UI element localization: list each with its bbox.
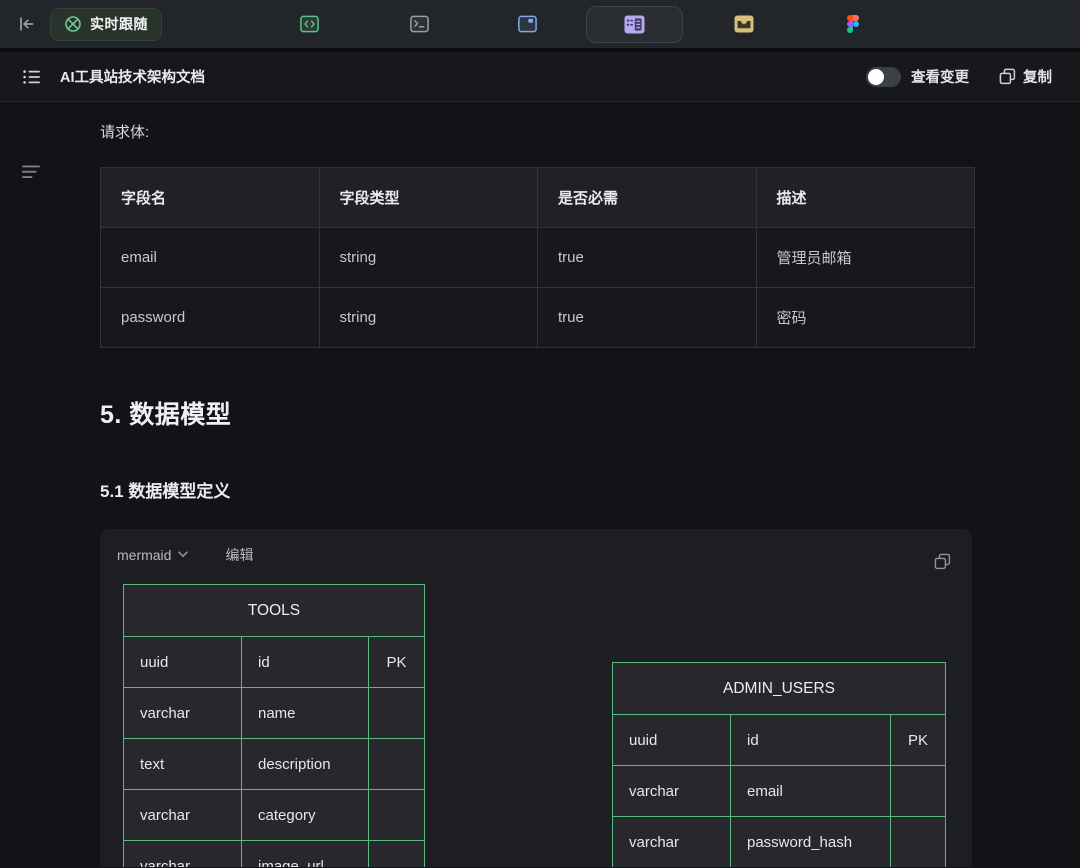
entity-cell: description	[242, 739, 369, 790]
subsection-heading: 5.1 数据模型定义	[100, 477, 1080, 502]
terminal-glyph	[410, 15, 429, 33]
table-cell: string	[319, 288, 538, 348]
document-titlebar: AI工具站技术架构文档 查看变更 复制	[0, 52, 1080, 102]
fields-table: 字段名字段类型是否必需描述emailstringtrue管理员邮箱passwor…	[100, 167, 975, 348]
view-changes-label: 查看变更	[911, 66, 969, 87]
entity-cell: varchar	[124, 790, 242, 841]
entity-row: varcharemail	[613, 766, 946, 817]
entity-cell: uuid	[124, 637, 242, 688]
er-diagram: TOOLSuuididPKvarcharnametextdescriptionv…	[100, 529, 972, 867]
copy-button-label: 复制	[1023, 66, 1052, 87]
entity-row: varcharimage_url	[124, 841, 425, 868]
entity-cell	[891, 817, 946, 868]
code-window-glyph	[300, 15, 319, 33]
fields-table-header-cell: 描述	[756, 168, 975, 228]
entity-row: varcharcategory	[124, 790, 425, 841]
table-cell: string	[319, 228, 538, 288]
entity-row: uuididPK	[124, 637, 425, 688]
table-cell: 管理员邮箱	[756, 228, 975, 288]
document-title: AI工具站技术架构文档	[60, 66, 205, 87]
entity-cell	[369, 790, 425, 841]
entity-table: TOOLSuuididPKvarcharnametextdescriptionv…	[123, 584, 425, 867]
toc-list-button[interactable]	[22, 67, 44, 87]
entity-cell: text	[124, 739, 242, 790]
entity-cell: uuid	[613, 715, 731, 766]
entity-row: uuididPK	[613, 715, 946, 766]
inbox-glyph	[734, 15, 754, 33]
collapse-sidebar-button[interactable]	[14, 12, 38, 36]
terminal-icon[interactable]	[409, 14, 429, 34]
table-cell: 密码	[756, 288, 975, 348]
entity-title-row: ADMIN_USERS	[613, 663, 946, 715]
outline-toggle-button[interactable]	[22, 165, 42, 182]
entity-cell: category	[242, 790, 369, 841]
entity-row: varcharname	[124, 688, 425, 739]
figma-glyph	[846, 14, 860, 34]
fields-table-header-row: 字段名字段类型是否必需描述	[101, 168, 975, 228]
live-follow-icon	[64, 15, 82, 33]
entity-title-row: TOOLS	[124, 585, 425, 637]
fields-table-header-cell: 字段名	[101, 168, 320, 228]
entity-cell: id	[731, 715, 891, 766]
tab-docs-active[interactable]	[586, 6, 683, 43]
docs-panel-icon	[624, 15, 645, 34]
fields-table-header-cell: 字段类型	[319, 168, 538, 228]
browser-window-glyph	[518, 15, 537, 33]
toggle-knob	[868, 69, 884, 85]
entity-table: ADMIN_USERSuuididPKvarcharemailvarcharpa…	[612, 662, 946, 867]
document-content: 请求体: 字段名字段类型是否必需描述emailstringtrue管理员邮箱pa…	[0, 102, 1080, 867]
code-window-icon[interactable]	[299, 14, 319, 34]
table-cell: password	[101, 288, 320, 348]
topbar: 实时跟随	[0, 0, 1080, 48]
browser-window-icon[interactable]	[517, 14, 537, 34]
entity-cell: image_url	[242, 841, 369, 868]
entity-cell: password_hash	[731, 817, 891, 868]
entity-cell	[369, 841, 425, 868]
entity-cell: varchar	[124, 688, 242, 739]
entity-name: TOOLS	[124, 585, 425, 637]
entity-cell: PK	[891, 715, 946, 766]
table-cell: true	[538, 288, 757, 348]
entity-name: ADMIN_USERS	[613, 663, 946, 715]
table-cell: email	[101, 228, 320, 288]
toc-list-icon	[22, 68, 42, 86]
fields-table-header-cell: 是否必需	[538, 168, 757, 228]
mermaid-code-block: mermaid 编辑 TOOLSuuididPKvarcharnametextd…	[100, 529, 972, 867]
entity-cell	[891, 766, 946, 817]
section-heading: 5. 数据模型	[100, 395, 1080, 431]
entity-cell	[369, 739, 425, 790]
entity-row: textdescription	[124, 739, 425, 790]
collapse-left-icon	[16, 14, 36, 34]
figma-icon[interactable]	[843, 14, 863, 34]
table-cell: true	[538, 228, 757, 288]
inbox-icon[interactable]	[734, 14, 754, 34]
entity-cell: name	[242, 688, 369, 739]
entity-cell: id	[242, 637, 369, 688]
titlebar-actions: 查看变更 复制	[866, 66, 1052, 87]
entity-cell: email	[731, 766, 891, 817]
entity-cell: varchar	[124, 841, 242, 868]
entity-cell: PK	[369, 637, 425, 688]
entity-cell	[369, 688, 425, 739]
table-row: passwordstringtrue密码	[101, 288, 975, 348]
copy-document-button[interactable]: 复制	[999, 66, 1052, 87]
entity-cell: varchar	[613, 766, 731, 817]
copy-icon	[999, 68, 1016, 85]
view-changes-toggle[interactable]	[866, 67, 901, 87]
live-follow-label: 实时跟随	[90, 14, 148, 34]
entity-cell: varchar	[613, 817, 731, 868]
outline-icon	[22, 165, 42, 179]
live-follow-button[interactable]: 实时跟随	[50, 8, 162, 41]
entity-row: varcharpassword_hash	[613, 817, 946, 868]
request-body-label: 请求体:	[100, 102, 1080, 142]
table-row: emailstringtrue管理员邮箱	[101, 228, 975, 288]
